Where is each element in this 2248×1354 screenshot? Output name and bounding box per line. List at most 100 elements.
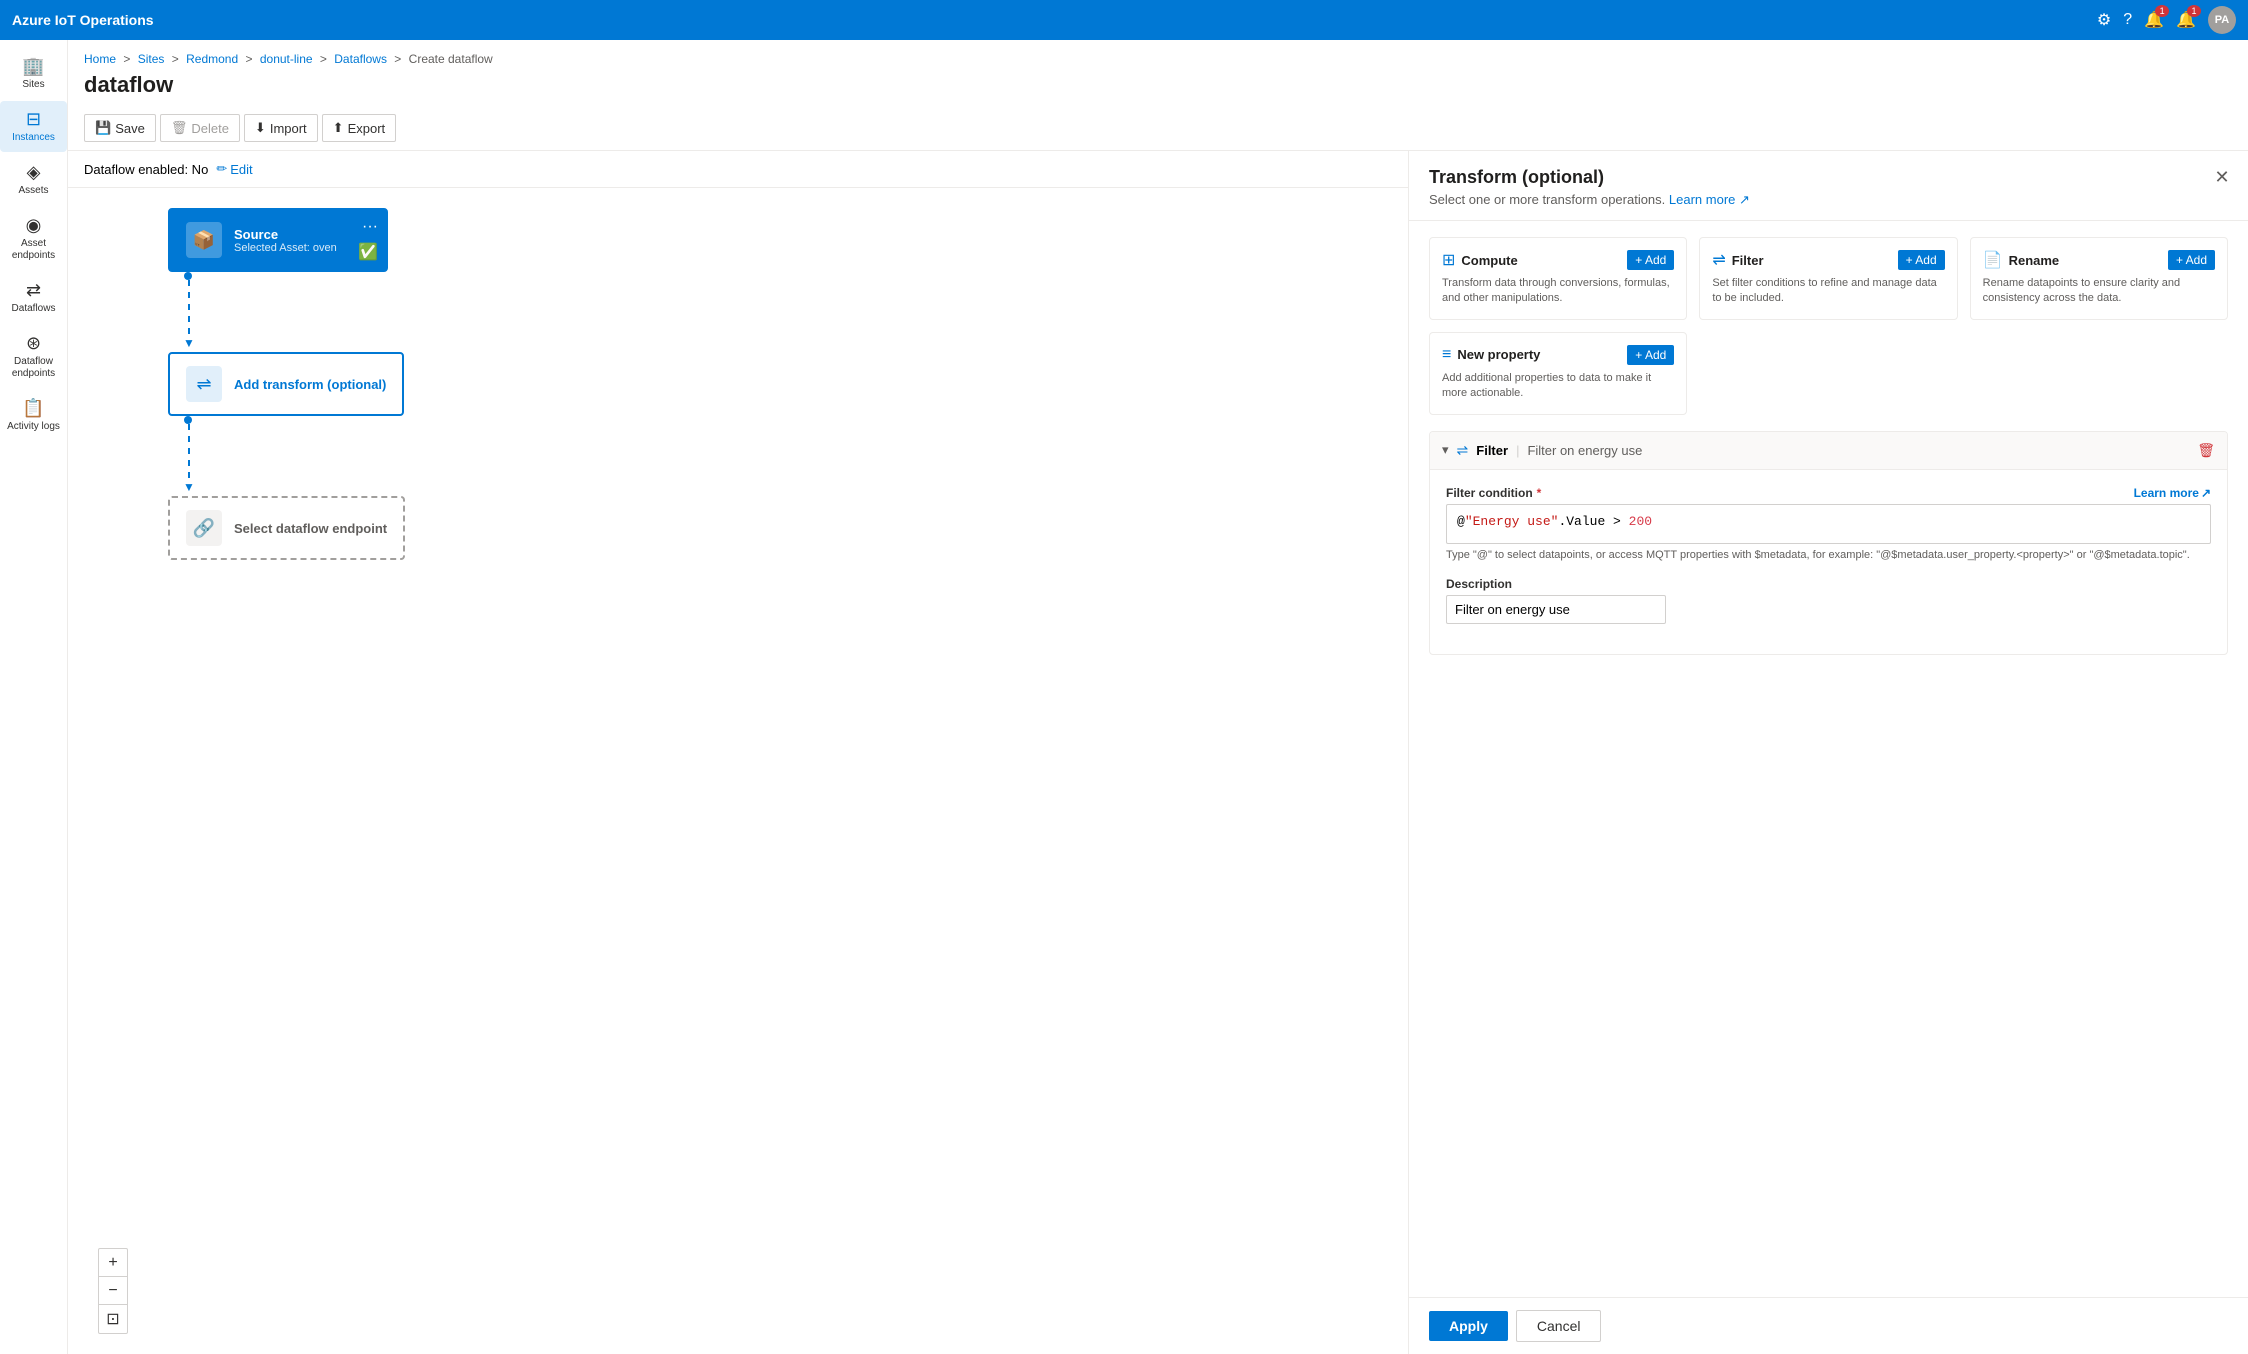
new-property-title: New property: [1457, 347, 1540, 362]
description-field: Description: [1446, 577, 2211, 624]
right-panel: Transform (optional) Select one or more …: [1408, 151, 2248, 1354]
sidebar-item-dataflows[interactable]: ⇄ Dataflows: [0, 272, 67, 323]
new-property-desc: Add additional properties to data to mak…: [1442, 371, 1674, 402]
connector-dot-2: [184, 416, 192, 424]
filter-condition-input[interactable]: @"Energy use".Value > 200: [1446, 504, 2211, 544]
breadcrumb-current: Create dataflow: [409, 52, 493, 66]
close-panel-button[interactable]: ✕: [2208, 163, 2236, 191]
filter-type-icon: ⇌: [1457, 442, 1469, 459]
source-node-icon: 📦: [186, 222, 222, 258]
required-star: *: [1537, 486, 1542, 500]
rename-desc: Rename datapoints to ensure clarity and …: [1983, 276, 2215, 307]
help-icon[interactable]: ?: [2123, 11, 2132, 29]
source-node[interactable]: 📦 Source Selected Asset: oven ··· ✅: [168, 208, 388, 272]
rename-add-button[interactable]: + Add: [2168, 250, 2215, 270]
source-node-more[interactable]: ···: [362, 218, 378, 236]
filter-section-header-1: ▾ ⇌ Filter | Filter on energy use 🗑: [1430, 432, 2227, 470]
learn-more-link-header[interactable]: Learn more ↗: [1669, 192, 1750, 207]
breadcrumb-sep-3: >: [245, 52, 252, 66]
panel-title: Transform (optional): [1429, 167, 2228, 188]
rename-title: Rename: [2009, 253, 2060, 268]
endpoint-node-text: Select dataflow endpoint: [234, 521, 387, 536]
sidebar-item-asset-endpoints[interactable]: ◉ Asset endpoints: [0, 207, 67, 270]
sidebar-item-dataflow-endpoints[interactable]: ⊛ Dataflow endpoints: [0, 325, 67, 388]
filter-desc: Set filter conditions to refine and mana…: [1712, 276, 1944, 307]
edit-icon: ✏: [216, 161, 227, 177]
zoom-fit-button[interactable]: ⊡: [99, 1305, 127, 1333]
compute-title: Compute: [1461, 253, 1517, 268]
rename-icon: 📄: [1983, 250, 2003, 270]
new-property-card[interactable]: ≡ New property + Add Add additional prop…: [1429, 332, 1687, 415]
breadcrumb-sites[interactable]: Sites: [138, 52, 165, 66]
import-icon: ⬇: [255, 120, 266, 136]
notifications-badge: 1: [2155, 5, 2169, 17]
cancel-button[interactable]: Cancel: [1516, 1310, 1602, 1342]
transform-node-text: Add transform (optional): [234, 377, 386, 392]
asset-endpoints-icon: ◉: [26, 215, 42, 236]
endpoint-node-icon: 🔗: [186, 510, 222, 546]
content-area: Home > Sites > Redmond > donut-line > Da…: [68, 40, 2248, 1354]
breadcrumb-dataflows[interactable]: Dataflows: [334, 52, 387, 66]
zoom-out-button[interactable]: −: [99, 1277, 127, 1305]
rename-card[interactable]: 📄 Rename + Add Rename datapoints to ensu…: [1970, 237, 2228, 320]
sidebar-item-sites[interactable]: 🏢 Sites: [0, 48, 67, 99]
compute-icon: ⊞: [1442, 250, 1455, 270]
filter-condition-hint: Type "@" to select datapoints, or access…: [1446, 548, 2211, 563]
canvas[interactable]: Dataflow enabled: No ✏ Edit 📦 Source Sel…: [68, 151, 1408, 1354]
page-title: dataflow: [84, 72, 2232, 98]
dataflow-endpoints-icon: ⊛: [26, 333, 41, 354]
notifications-icon[interactable]: 🔔1: [2144, 10, 2164, 30]
dataflow-status-text: Dataflow enabled: No: [84, 162, 208, 177]
panel-header: Transform (optional) Select one or more …: [1409, 151, 2248, 221]
settings-icon[interactable]: ⚙: [2097, 10, 2111, 30]
top-nav: Azure IoT Operations ⚙ ? 🔔1 🔔1 PA: [0, 0, 2248, 40]
sidebar-item-instances[interactable]: ⊟ Instances: [0, 101, 67, 152]
filter-section-label: Filter: [1476, 443, 1508, 458]
filter-card-header: ⇌ Filter + Add: [1712, 250, 1944, 270]
breadcrumb-home[interactable]: Home: [84, 52, 116, 66]
delete-button[interactable]: 🗑 Delete: [160, 114, 240, 142]
breadcrumb-sep-5: >: [394, 52, 401, 66]
filter-card[interactable]: ⇌ Filter + Add Set filter conditions to …: [1699, 237, 1957, 320]
filter-condition-label: Filter condition * Learn more ↗: [1446, 486, 2211, 500]
source-node-check: ✅: [358, 242, 378, 262]
apply-button[interactable]: Apply: [1429, 1311, 1508, 1341]
filter-section-name: Filter on energy use: [1527, 443, 1642, 458]
transform-node[interactable]: ⇌ Add transform (optional): [168, 352, 404, 416]
filter-condition-field: Filter condition * Learn more ↗ @"Energy…: [1446, 486, 2211, 563]
zoom-in-button[interactable]: +: [99, 1249, 127, 1277]
alerts-icon[interactable]: 🔔1: [2176, 10, 2196, 30]
breadcrumb-sep-4: >: [320, 52, 327, 66]
sidebar-item-assets[interactable]: ◈ Assets: [0, 154, 67, 205]
filter-sections: ▾ ⇌ Filter | Filter on energy use 🗑 Fi: [1409, 431, 2248, 1297]
save-icon: 💾: [95, 120, 111, 136]
export-button[interactable]: ⬆ Export: [322, 114, 396, 142]
breadcrumb-redmond[interactable]: Redmond: [186, 52, 238, 66]
rename-card-header: 📄 Rename + Add: [1983, 250, 2215, 270]
filter-condition-learn-more[interactable]: Learn more ↗: [2134, 486, 2211, 500]
new-property-card-header: ≡ New property + Add: [1442, 345, 1674, 365]
filter-delete-button[interactable]: 🗑: [2197, 442, 2215, 459]
collapse-icon[interactable]: ▾: [1442, 442, 1449, 458]
description-input[interactable]: [1446, 595, 1666, 624]
instances-icon: ⊟: [26, 109, 41, 130]
sidebar-label-dataflow-endpoints: Dataflow endpoints: [4, 356, 63, 380]
import-button[interactable]: ⬇ Import: [244, 114, 318, 142]
avatar[interactable]: PA: [2208, 6, 2236, 34]
breadcrumb-donut-line[interactable]: donut-line: [260, 52, 313, 66]
panel-subtitle: Select one or more transform operations.…: [1429, 192, 2228, 208]
endpoint-node[interactable]: 🔗 Select dataflow endpoint: [168, 496, 405, 560]
new-property-add-button[interactable]: + Add: [1627, 345, 1674, 365]
flow-container: 📦 Source Selected Asset: oven ··· ✅ ⇌: [68, 188, 1408, 580]
compute-add-button[interactable]: + Add: [1627, 250, 1674, 270]
compute-card-header: ⊞ Compute + Add: [1442, 250, 1674, 270]
filter-add-button[interactable]: + Add: [1898, 250, 1945, 270]
panel-footer: Apply Cancel: [1409, 1297, 2248, 1354]
alerts-badge: 1: [2187, 5, 2201, 17]
sidebar-item-activity-logs[interactable]: 📋 Activity logs: [0, 390, 67, 441]
compute-card[interactable]: ⊞ Compute + Add Transform data through c…: [1429, 237, 1687, 320]
edit-link[interactable]: ✏ Edit: [216, 161, 252, 177]
dashed-connector-1: [188, 280, 190, 340]
save-button[interactable]: 💾 Save: [84, 114, 156, 142]
activity-logs-icon: 📋: [22, 398, 44, 419]
